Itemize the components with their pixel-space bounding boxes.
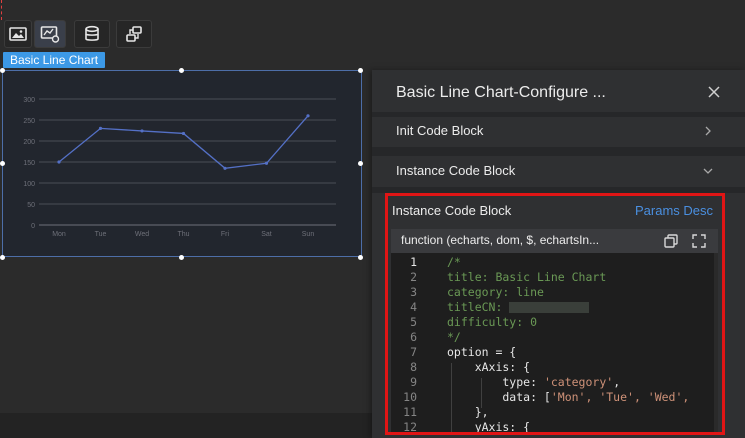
init-code-label: Init Code Block <box>396 123 484 138</box>
series-line <box>58 115 309 169</box>
y-tick-label: 300 <box>23 97 35 104</box>
image-icon <box>9 27 27 41</box>
highlight-box <box>385 193 725 435</box>
data-point[interactable] <box>98 126 103 130</box>
resize-handle-top-left[interactable] <box>0 68 5 73</box>
y-tick-label: 150 <box>23 160 35 167</box>
resize-handle-right[interactable] <box>358 161 363 166</box>
x-tick-label: Wed <box>135 231 149 238</box>
data-point[interactable] <box>264 161 269 165</box>
x-tick-label: Thu <box>177 231 189 238</box>
line-chart: 0 50 100 150 200 250 300 Mon Tue Wed Thu Fri Sat Sun <box>23 97 336 238</box>
data-source-button[interactable] <box>74 20 110 48</box>
interaction-tool-button[interactable] <box>116 20 152 48</box>
chart-tool-button[interactable] <box>34 20 66 48</box>
data-point[interactable] <box>140 129 144 133</box>
data-point[interactable] <box>223 166 227 170</box>
x-tick-label: Tue <box>95 231 107 238</box>
resize-handle-bottom[interactable] <box>179 255 184 260</box>
panel-divider <box>372 147 745 156</box>
line-chart-widget[interactable]: 0 50 100 150 200 250 300 Mon Tue Wed Thu Fri Sat Sun <box>2 70 362 257</box>
x-tick-label: Mon <box>52 231 66 238</box>
chart-component-tag[interactable]: Basic Line Chart <box>3 52 106 68</box>
database-icon <box>85 25 99 41</box>
chevron-down-icon <box>703 168 713 174</box>
canvas-bottom-bar <box>0 413 372 438</box>
y-tick-label: 0 <box>31 223 35 230</box>
resize-handle-top[interactable] <box>179 68 184 73</box>
y-tick-label: 200 <box>23 139 35 146</box>
chart-settings-icon <box>40 26 60 43</box>
y-tick-label: 250 <box>23 118 35 125</box>
close-button[interactable] <box>706 84 722 100</box>
data-point[interactable] <box>57 160 61 164</box>
resize-handle-left[interactable] <box>0 161 5 166</box>
resize-handle-bottom-left[interactable] <box>0 255 5 260</box>
close-icon <box>708 86 720 98</box>
data-point[interactable] <box>181 131 186 136</box>
x-tick-label: Fri <box>221 231 230 238</box>
link-shapes-icon <box>126 26 142 42</box>
instance-code-section[interactable]: Instance Code Block <box>372 157 745 185</box>
y-tick-label: 100 <box>23 181 35 188</box>
image-tool-button[interactable] <box>4 20 32 48</box>
y-tick-label: 50 <box>27 202 35 209</box>
init-code-section[interactable]: Init Code Block <box>372 117 745 145</box>
canvas-guide-line <box>1 0 2 20</box>
resize-handle-bottom-right[interactable] <box>358 255 363 260</box>
x-tick-label: Sat <box>261 231 272 238</box>
instance-code-label: Instance Code Block <box>396 163 516 178</box>
chevron-right-icon <box>705 126 711 136</box>
resize-handle-top-right[interactable] <box>358 68 363 73</box>
panel-title: Basic Line Chart-Configure ... <box>396 84 606 101</box>
data-point[interactable] <box>306 114 310 118</box>
x-tick-label: Sun <box>302 231 315 238</box>
